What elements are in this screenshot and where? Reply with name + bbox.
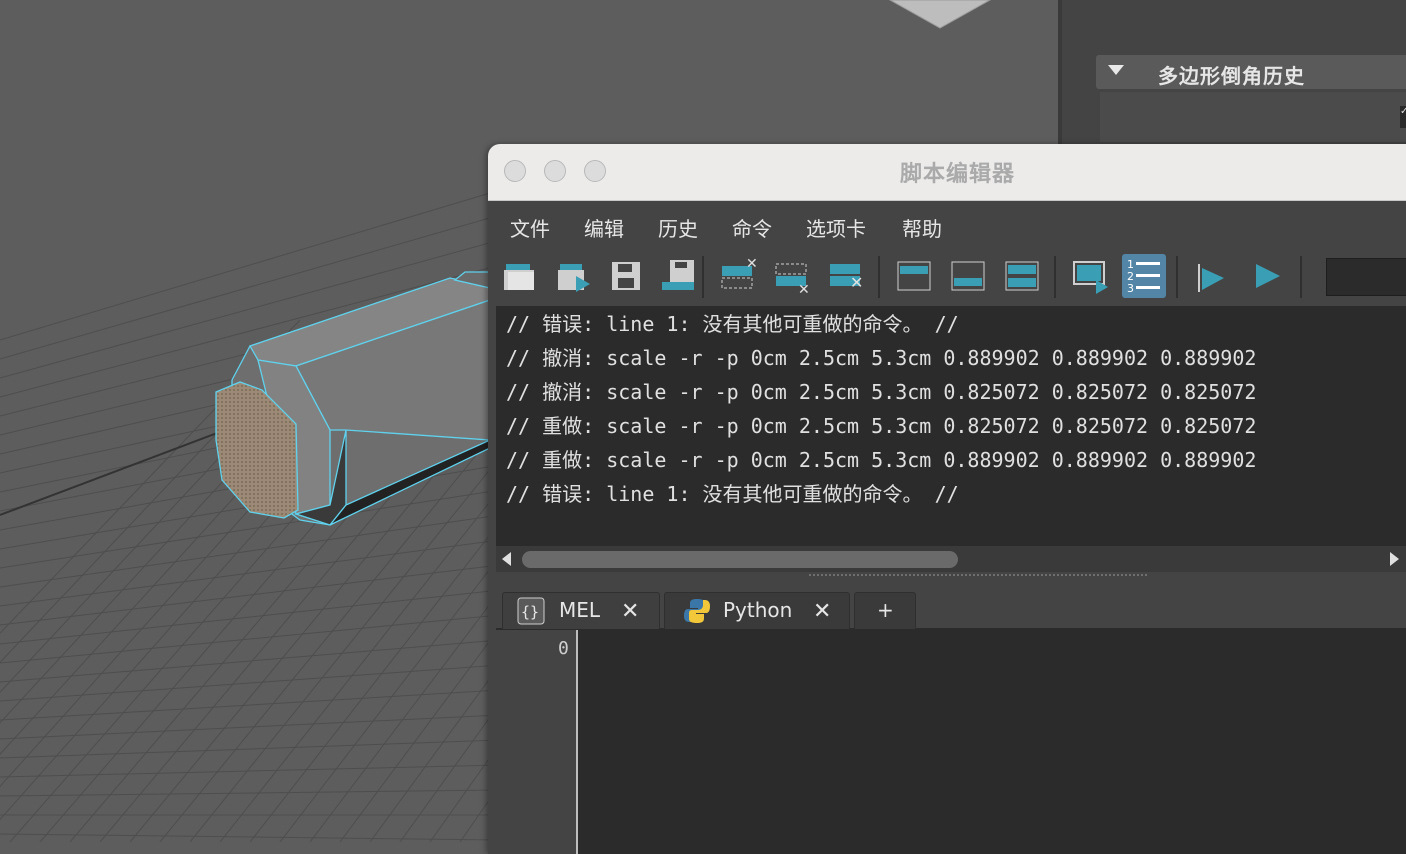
bevel-history-section-header[interactable]: 多边形倒角历史 [1096, 55, 1406, 89]
show-both-icon[interactable] [1000, 254, 1044, 298]
line-number-gutter: 0 [496, 630, 576, 854]
window-titlebar[interactable]: 脚本编辑器 [488, 144, 1406, 201]
horizontal-scrollbar[interactable] [496, 546, 1406, 572]
script-editor-window: 脚本编辑器 文件 编辑 历史 命令 选项卡 帮助 ✕ ✕ ✕ 1 2 3 // … [488, 144, 1406, 854]
output-line: // 重做: scale -r -p 0cm 2.5cm 5.3cm 0.889… [506, 448, 1257, 472]
section-title: 多边形倒角历史 [1158, 64, 1305, 88]
toolbar: ✕ ✕ ✕ 123 [496, 252, 1406, 302]
scroll-right-arrow-icon[interactable] [1390, 552, 1399, 566]
close-icon[interactable]: ✕ [813, 599, 831, 624]
scroll-left-arrow-icon[interactable] [502, 552, 511, 566]
attribute-editor-panel: 多边形倒角历史 ✓ [1058, 0, 1406, 150]
toolbar-separator [1176, 256, 1178, 298]
script-tab-bar: {} MEL ✕ Python ✕ + [496, 588, 1406, 630]
menu-file[interactable]: 文件 [510, 213, 550, 242]
checkbox-icon[interactable]: ✓ [1400, 106, 1406, 128]
output-line: // 错误: line 1: 没有其他可重做的命令。 // [506, 482, 959, 506]
section-body: ✓ [1100, 92, 1406, 142]
menu-history[interactable]: 历史 [658, 213, 698, 242]
output-line: // 重做: scale -r -p 0cm 2.5cm 5.3cm 0.825… [506, 414, 1257, 438]
close-window-button[interactable] [504, 160, 526, 182]
toolbar-search-field[interactable] [1326, 258, 1406, 296]
menu-edit[interactable]: 编辑 [584, 213, 624, 242]
execute-selected-icon[interactable] [1190, 254, 1234, 298]
svg-text:✕: ✕ [746, 256, 758, 272]
show-input-only-icon[interactable] [946, 254, 990, 298]
source-script-icon[interactable] [552, 254, 596, 298]
tab-python[interactable]: Python ✕ [664, 592, 850, 629]
line-numbers-icon[interactable]: 123 [1122, 254, 1166, 298]
add-tab-label: + [877, 598, 894, 622]
output-line: // 撤消: scale -r -p 0cm 2.5cm 5.3cm 0.825… [506, 380, 1257, 404]
history-output-pane[interactable]: // 错误: line 1: 没有其他可重做的命令。 // // 撤消: sca… [496, 306, 1406, 546]
execute-all-icon[interactable] [1244, 254, 1288, 298]
menu-command[interactable]: 命令 [732, 213, 772, 242]
toolbar-separator [702, 256, 704, 298]
svg-text:✕: ✕ [798, 282, 810, 298]
collapse-triangle-icon[interactable] [1108, 65, 1124, 75]
minimize-window-button[interactable] [544, 160, 566, 182]
toolbar-separator [1300, 256, 1302, 298]
output-line: // 错误: line 1: 没有其他可重做的命令。 // [506, 312, 959, 336]
python-logo-icon [683, 597, 711, 625]
zoom-window-button[interactable] [584, 160, 606, 182]
scrollbar-thumb[interactable] [522, 551, 958, 568]
line-number: 0 [558, 638, 569, 659]
clear-input-icon[interactable]: ✕ [770, 254, 814, 298]
clear-history-icon[interactable]: ✕ [716, 254, 760, 298]
svg-text:{}: {} [521, 603, 539, 621]
svg-text:✕: ✕ [850, 273, 863, 292]
show-history-only-icon[interactable] [892, 254, 936, 298]
toolbar-separator [1054, 256, 1056, 298]
save-to-shelf-icon[interactable] [656, 254, 700, 298]
toolbar-separator [878, 256, 880, 298]
echo-all-commands-icon[interactable] [1068, 254, 1112, 298]
pane-splitter-handle[interactable] [808, 574, 1148, 576]
window-title: 脚本编辑器 [900, 162, 1016, 187]
svg-text:3: 3 [1127, 282, 1134, 295]
clear-all-icon[interactable]: ✕ [824, 254, 868, 298]
menu-help[interactable]: 帮助 [902, 213, 942, 242]
code-editor[interactable] [578, 630, 1406, 854]
tab-label: MEL [559, 598, 601, 622]
output-line: // 撤消: scale -r -p 0cm 2.5cm 5.3cm 0.889… [506, 346, 1257, 370]
menu-bar: 文件 编辑 历史 命令 选项卡 帮助 [488, 201, 1406, 251]
mel-braces-icon: {} [517, 597, 545, 625]
add-tab-button[interactable]: + [854, 592, 916, 629]
menu-tabs[interactable]: 选项卡 [806, 213, 866, 242]
close-icon[interactable]: ✕ [621, 599, 639, 624]
save-script-icon[interactable] [604, 254, 648, 298]
open-script-icon[interactable] [498, 254, 542, 298]
tab-mel[interactable]: {} MEL ✕ [502, 592, 660, 629]
script-input-pane[interactable]: 0 [496, 630, 1406, 854]
tab-label: Python [723, 598, 793, 622]
